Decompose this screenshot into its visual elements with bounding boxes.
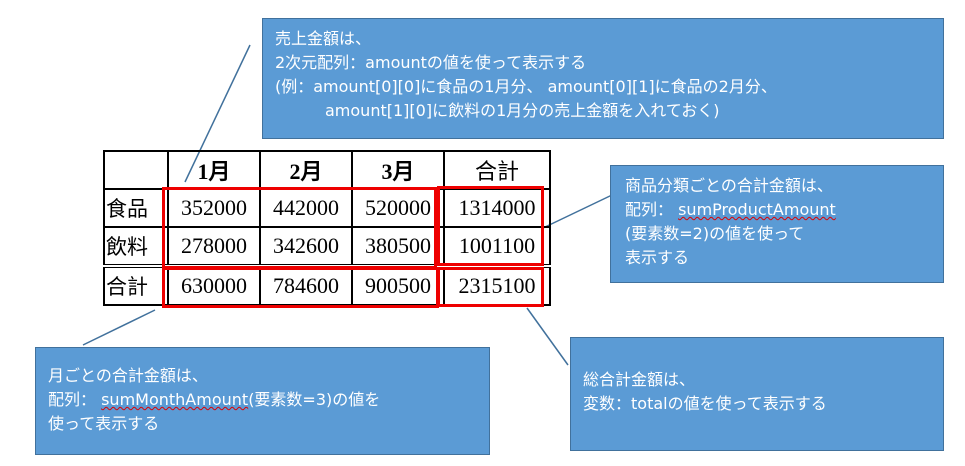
callout-text: 月ごとの合計金額は、 [48,366,208,385]
row-label: 食品 [103,188,169,228]
callout-text: 表示する [625,248,690,267]
callout-text: 2次元配列：amountの値を使って表示する [275,53,587,72]
callout-text: 使って表示する [48,414,160,433]
highlight-amount [162,187,437,269]
callout-text: 商品分類ごとの合計金額は、 [625,176,833,195]
callout-total: 総合計金額は、 変数：totalの値を使って表示する [570,337,944,451]
variable-name: sumProductAmount [678,200,836,219]
header-feb: 2月 [259,150,353,190]
callout-text: 配列： sumMonthAmount(要素数=3)の値を [48,388,489,412]
callout-text: 売上金額は、 [275,29,372,48]
text: 配列： [625,200,679,219]
callout-text: (要素数=2)の値を使って [625,224,805,243]
text: 配列： [48,390,102,409]
variable-name: sumMonthAmount [101,390,249,409]
row-label: 合計 [103,264,169,306]
callout-text: 総合計金額は、 [583,370,696,389]
connector-month [82,309,156,346]
callout-text: (例：amount[0][0]に食品の1月分、 amount[0][1]に食品の… [275,77,777,96]
text: (要素数=3)の値を [248,390,381,409]
callout-product: 商品分類ごとの合計金額は、 配列： sumProductAmount (要素数=… [610,165,944,283]
connector-total [526,307,569,366]
header-total: 合計 [443,150,551,190]
header-empty [103,150,169,190]
highlight-grand-total [437,267,544,307]
header-jan: 1月 [167,150,261,190]
callout-text: 変数：totalの値を使って表示する [583,394,827,413]
highlight-month-total [162,267,439,308]
callout-text: amount[1][0]に飲料の1月分の売上金額を入れておく) [325,101,720,120]
callout-month: 月ごとの合計金額は、 配列： sumMonthAmount(要素数=3)の値を … [35,347,490,455]
highlight-product-total [437,186,544,266]
header-mar: 3月 [351,150,445,190]
callout-amount: 売上金額は、 2次元配列：amountの値を使って表示する (例：amount[… [262,18,944,139]
table-header-row: 1月 2月 3月 合計 [103,150,551,190]
connector-product [542,194,613,229]
row-label: 飲料 [103,226,169,267]
callout-text: 配列： sumProductAmount [625,198,943,222]
